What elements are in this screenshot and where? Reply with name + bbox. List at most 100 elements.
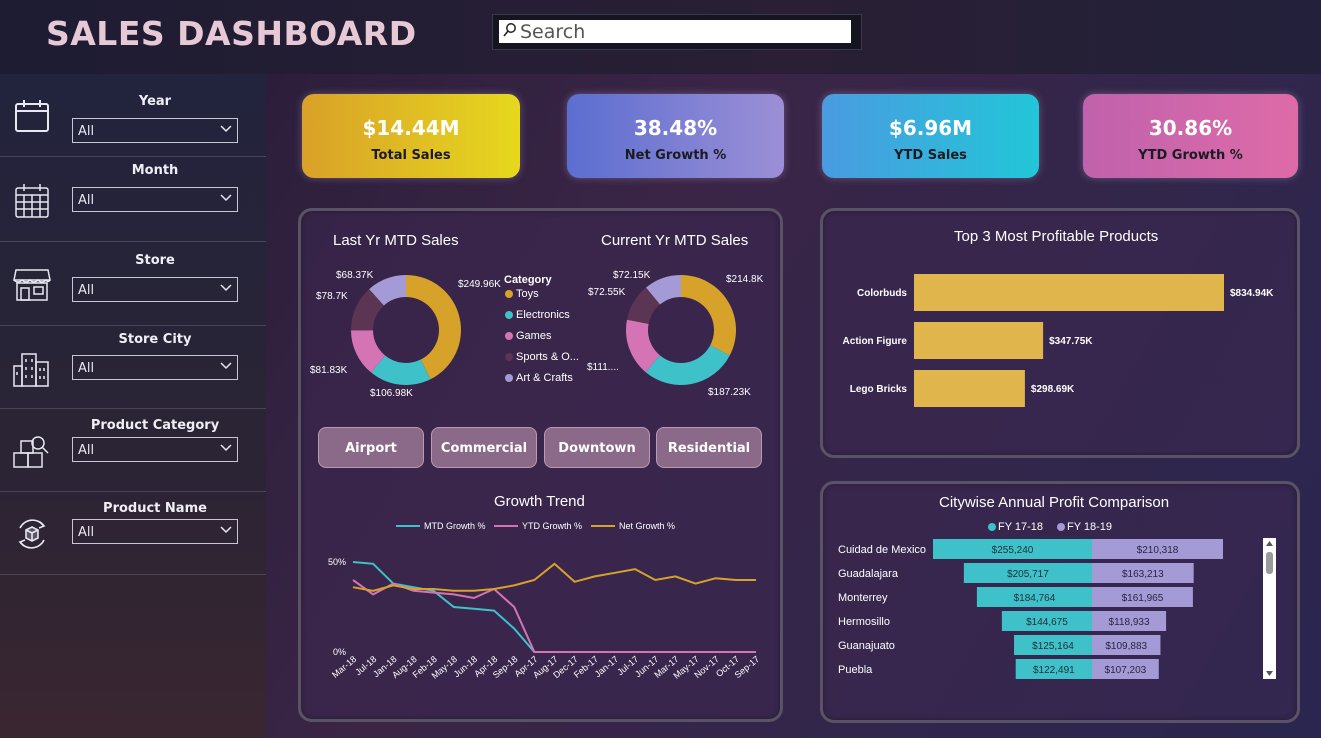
city-label: Cuidad de Mexico (838, 544, 926, 556)
city-profit-title: Citywise Annual Profit Comparison (939, 494, 1170, 511)
legend-dot (505, 374, 513, 382)
product-value-label: $347.75K (1049, 336, 1093, 347)
buildings-icon (12, 350, 52, 390)
store-button-airport[interactable]: Airport (318, 427, 424, 468)
filter-store-city-select[interactable]: All (72, 355, 238, 380)
fy1819-value-label: $210,318 (1137, 545, 1179, 556)
fy1819-value-label: $107,203 (1105, 665, 1147, 676)
filter-product-category-select[interactable]: All (72, 437, 238, 462)
filter-store: Store All (0, 242, 266, 326)
product-label: Lego Bricks (850, 384, 908, 395)
legend-label: FY 17-18 (998, 521, 1043, 533)
current-yr-data-label: $72.15K (613, 270, 651, 281)
fy1819-value-label: $163,213 (1122, 569, 1164, 580)
product-label: Action Figure (843, 336, 908, 347)
chevron-down-icon (220, 125, 232, 133)
filter-store-city: Store City All (0, 326, 266, 409)
x-tick-label: Mar-18 (330, 654, 358, 680)
dashboard-title: SALES DASHBOARD (46, 14, 417, 53)
product-bar (914, 274, 1224, 311)
calendar-icon (12, 96, 52, 136)
kpi-label: Net Growth % (624, 148, 727, 163)
kpi-ytd-sales: $6.96M YTD Sales (822, 94, 1039, 178)
filter-year-select[interactable]: All (72, 118, 238, 143)
current-yr-slice (681, 275, 736, 356)
kpi-value: 30.86% (1148, 116, 1233, 140)
filter-product-name-label: Product Name (103, 501, 207, 516)
legend-item: Sports & O... (516, 351, 579, 363)
legend-item: Electronics (516, 309, 570, 321)
search-icon[interactable] (502, 22, 520, 42)
top-products-chart: Colorbuds $834.94K Action Figure $347.75K Le… (843, 274, 1274, 407)
city-label: Puebla (838, 664, 873, 676)
legend-label: YTD Growth % (522, 521, 582, 531)
box-cycle-icon (12, 514, 52, 554)
scrollbar-arrows (1266, 541, 1273, 676)
fy1819-value-label: $118,933 (1109, 617, 1150, 628)
city-label: Guanajuato (838, 640, 895, 652)
city-scrollbar[interactable] (1263, 538, 1276, 679)
chevron-down-icon (220, 194, 232, 202)
chevron-down-icon (220, 444, 232, 452)
legend-item: Toys (516, 288, 539, 300)
kpi-label: Total Sales (371, 148, 451, 163)
product-bar (914, 370, 1025, 407)
fy1718-value-label: $125,164 (1032, 641, 1074, 652)
current-yr-donut-title: Current Yr MTD Sales (601, 232, 749, 249)
current-yr-data-label: $111.... (587, 362, 619, 373)
fy1718-value-label: $144,675 (1026, 617, 1068, 628)
legend-dot (505, 332, 513, 340)
filter-store-label: Store (135, 253, 175, 268)
filter-store-value: All (78, 283, 95, 298)
growth-trend-title: Growth Trend (494, 493, 585, 510)
search-container (492, 14, 862, 50)
donut-charts: $249.96K $106.98K $81.83K $78.7K $68.37K $21… (310, 270, 764, 399)
store-button-commercial[interactable]: Commercial (431, 427, 537, 468)
kpi-ytd-growth: 30.86% YTD Growth % (1083, 94, 1298, 178)
kpi-value: 38.48% (633, 116, 718, 140)
legend-label: FY 18-19 (1067, 521, 1112, 533)
search-box[interactable] (499, 20, 851, 43)
filter-product-name-value: All (78, 525, 95, 540)
filter-sidebar: Year All Month All Store All Store City (0, 74, 266, 738)
filter-product-name: Product Name All (0, 492, 266, 575)
filter-product-name-select[interactable]: All (72, 519, 238, 544)
fy1819-value-label: $109,883 (1105, 641, 1147, 652)
current-yr-data-label: $72.55K (588, 287, 626, 298)
search-input[interactable] (520, 20, 840, 43)
filter-product-category-label: Product Category (90, 418, 220, 433)
store-button-downtown[interactable]: Downtown (544, 427, 650, 468)
filter-store-city-label: Store City (118, 332, 192, 347)
kpi-label: YTD Growth % (1138, 148, 1243, 163)
legend-dot (505, 290, 513, 298)
product-label: Colorbuds (857, 288, 907, 299)
product-bar (914, 322, 1044, 359)
top-bar: SALES DASHBOARD (0, 0, 1321, 74)
legend-label: MTD Growth % (424, 521, 486, 531)
city-profit-chart: FY 17-18 FY 18-19 Cuidad de Mexico $255,240… (838, 521, 1224, 679)
legend-item: Art & Crafts (516, 372, 573, 384)
chevron-down-icon (220, 362, 232, 370)
filter-month: Month All (0, 157, 266, 242)
filter-store-select[interactable]: All (72, 277, 238, 302)
y-tick-label: 0% (333, 647, 346, 657)
fy1718-value-label: $205,717 (1007, 569, 1049, 580)
legend-dot (988, 523, 996, 531)
kpi-total-sales: $14.44M Total Sales (302, 94, 520, 178)
current-yr-data-label: $187.23K (708, 387, 751, 398)
product-value-label: $298.69K (1031, 384, 1075, 395)
filter-store-city-value: All (78, 361, 95, 376)
series-line (352, 579, 756, 653)
legend-dot (505, 353, 513, 361)
filter-year-value: All (78, 124, 95, 139)
fy1718-value-label: $122,491 (1033, 665, 1075, 676)
kpi-net-growth: 38.48% Net Growth % (567, 94, 784, 178)
filter-year: Year All (0, 74, 266, 157)
boxes-search-icon (12, 431, 52, 471)
last-yr-data-label: $78.7K (316, 291, 348, 302)
legend-dot (505, 311, 513, 319)
filter-month-select[interactable]: All (72, 187, 238, 212)
store-button-residential[interactable]: Residential (656, 427, 762, 468)
filter-month-label: Month (131, 163, 179, 178)
current-yr-slice (645, 345, 730, 385)
